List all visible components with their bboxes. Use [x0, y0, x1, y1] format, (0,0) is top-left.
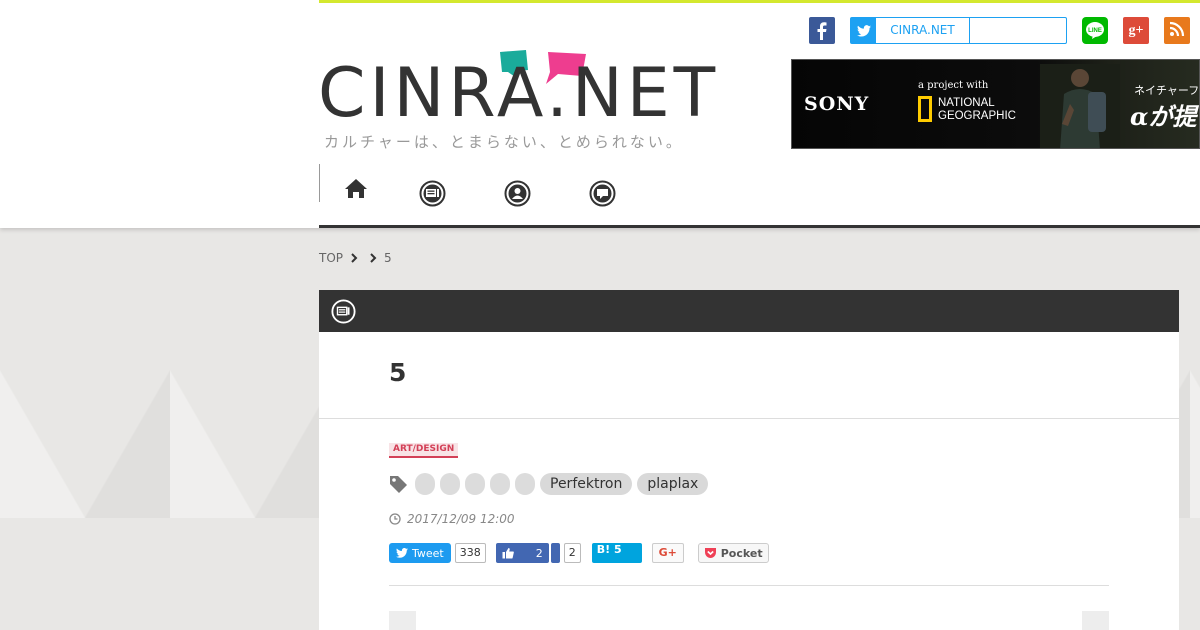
pocket-button[interactable]: Pocket: [697, 543, 769, 563]
breadcrumb-top-link[interactable]: TOP: [319, 251, 343, 265]
category-label[interactable]: ART/DESIGN: [389, 443, 459, 458]
ad-headline: αが提: [1130, 102, 1197, 131]
title-divider: [319, 418, 1179, 419]
clock-icon: [389, 513, 401, 525]
svg-text:LINE: LINE: [1088, 28, 1102, 34]
nav-people[interactable]: [504, 180, 531, 207]
rss-button[interactable]: [1164, 17, 1190, 44]
article-section-bar: [319, 290, 1179, 332]
facebook-share-button[interactable]: [550, 543, 560, 563]
twitter-icon: [851, 18, 876, 43]
tag-item[interactable]: [465, 473, 485, 495]
chevron-right-icon: [351, 253, 358, 263]
facebook-icon: [817, 22, 827, 40]
tweet-label: Tweet: [412, 546, 444, 560]
tag-plaplax[interactable]: plaplax: [637, 473, 709, 495]
chat-icon: [589, 180, 616, 207]
site-tagline: カルチャーは、とまらない、とめられない。: [324, 133, 684, 151]
logo-text: CINRA.NET: [318, 54, 720, 133]
ad-partner-line2: GEOGRAPHIC: [938, 110, 1016, 122]
tag-perfektron[interactable]: Perfektron: [540, 473, 633, 495]
rss-icon: [1169, 21, 1185, 37]
share-divider: [389, 585, 1109, 586]
facebook-share-count: 2: [563, 543, 581, 563]
pocket-icon: [704, 548, 716, 558]
facebook-like-button[interactable]: 2: [495, 543, 549, 563]
header-border: [319, 225, 1200, 228]
facebook-button[interactable]: [809, 17, 835, 44]
googleplus-icon: g+: [1128, 23, 1144, 38]
breadcrumb-current: 5: [384, 251, 392, 265]
chevron-right-icon: [370, 253, 377, 263]
tag-item[interactable]: [415, 473, 435, 495]
pocket-label: Pocket: [720, 546, 763, 560]
ad-project-text: a project with: [918, 80, 989, 91]
line-button[interactable]: LINE: [1082, 17, 1108, 44]
ad-jp-text: ネイチャーフォ: [1134, 84, 1200, 97]
googleplus-share-button[interactable]: G+: [651, 543, 684, 563]
accent-top-line: [319, 0, 1200, 3]
nav-home[interactable]: [344, 178, 370, 204]
hatena-bookmark-button[interactable]: B! 5: [591, 543, 642, 563]
twitter-follow-box[interactable]: CINRA.NET: [850, 17, 1067, 44]
publish-date: 2017/12/09 12:00: [389, 512, 515, 526]
nav-chat[interactable]: [589, 180, 616, 207]
news-icon: [419, 180, 446, 207]
thumbs-up-icon: [502, 548, 514, 559]
line-icon: LINE: [1086, 22, 1104, 39]
ad-partner: NATIONAL GEOGRAPHIC: [938, 97, 1016, 123]
breadcrumb: TOP 5: [319, 251, 392, 265]
article-card: 5 ART/DESIGN Perfektron plaplax 2017/12/…: [319, 332, 1179, 630]
twitter-account-name: CINRA.NET: [876, 18, 970, 43]
natgeo-frame-icon: [918, 96, 932, 122]
ad-photographer-image: [1040, 64, 1120, 148]
googleplus-button[interactable]: g+: [1123, 17, 1149, 44]
article-title: 5: [389, 358, 407, 387]
share-buttons: Tweet 338 2 2 B! 5 G+ Pocket: [389, 543, 769, 563]
tag-icon: [390, 475, 407, 493]
content-placeholder: [389, 611, 416, 630]
ad-brand: SONY: [804, 93, 870, 115]
nav-news[interactable]: [419, 180, 446, 207]
publish-date-text: 2017/12/09 12:00: [407, 512, 515, 526]
tag-item[interactable]: [440, 473, 460, 495]
tag-item[interactable]: [490, 473, 510, 495]
ad-partner-line1: NATIONAL: [938, 97, 995, 109]
tag-list: Perfektron plaplax: [389, 473, 709, 495]
tweet-count: 338: [454, 543, 486, 563]
tweet-button[interactable]: Tweet: [389, 543, 451, 563]
people-icon: [504, 180, 531, 207]
news-icon: [331, 299, 356, 324]
nav-separator: [319, 164, 320, 202]
twitter-icon: [396, 548, 408, 558]
hatena-label: B!: [596, 543, 611, 556]
facebook-like-count: 2: [535, 546, 543, 560]
site-logo[interactable]: CINRA.NET カルチャーは、とまらない、とめられない。: [318, 48, 738, 158]
home-icon: [345, 179, 367, 198]
content-placeholder: [1082, 611, 1109, 630]
tag-item[interactable]: [515, 473, 535, 495]
ad-banner[interactable]: SONY a project with NATIONAL GEOGRAPHIC …: [791, 59, 1200, 149]
hatena-count: 5: [614, 543, 622, 556]
